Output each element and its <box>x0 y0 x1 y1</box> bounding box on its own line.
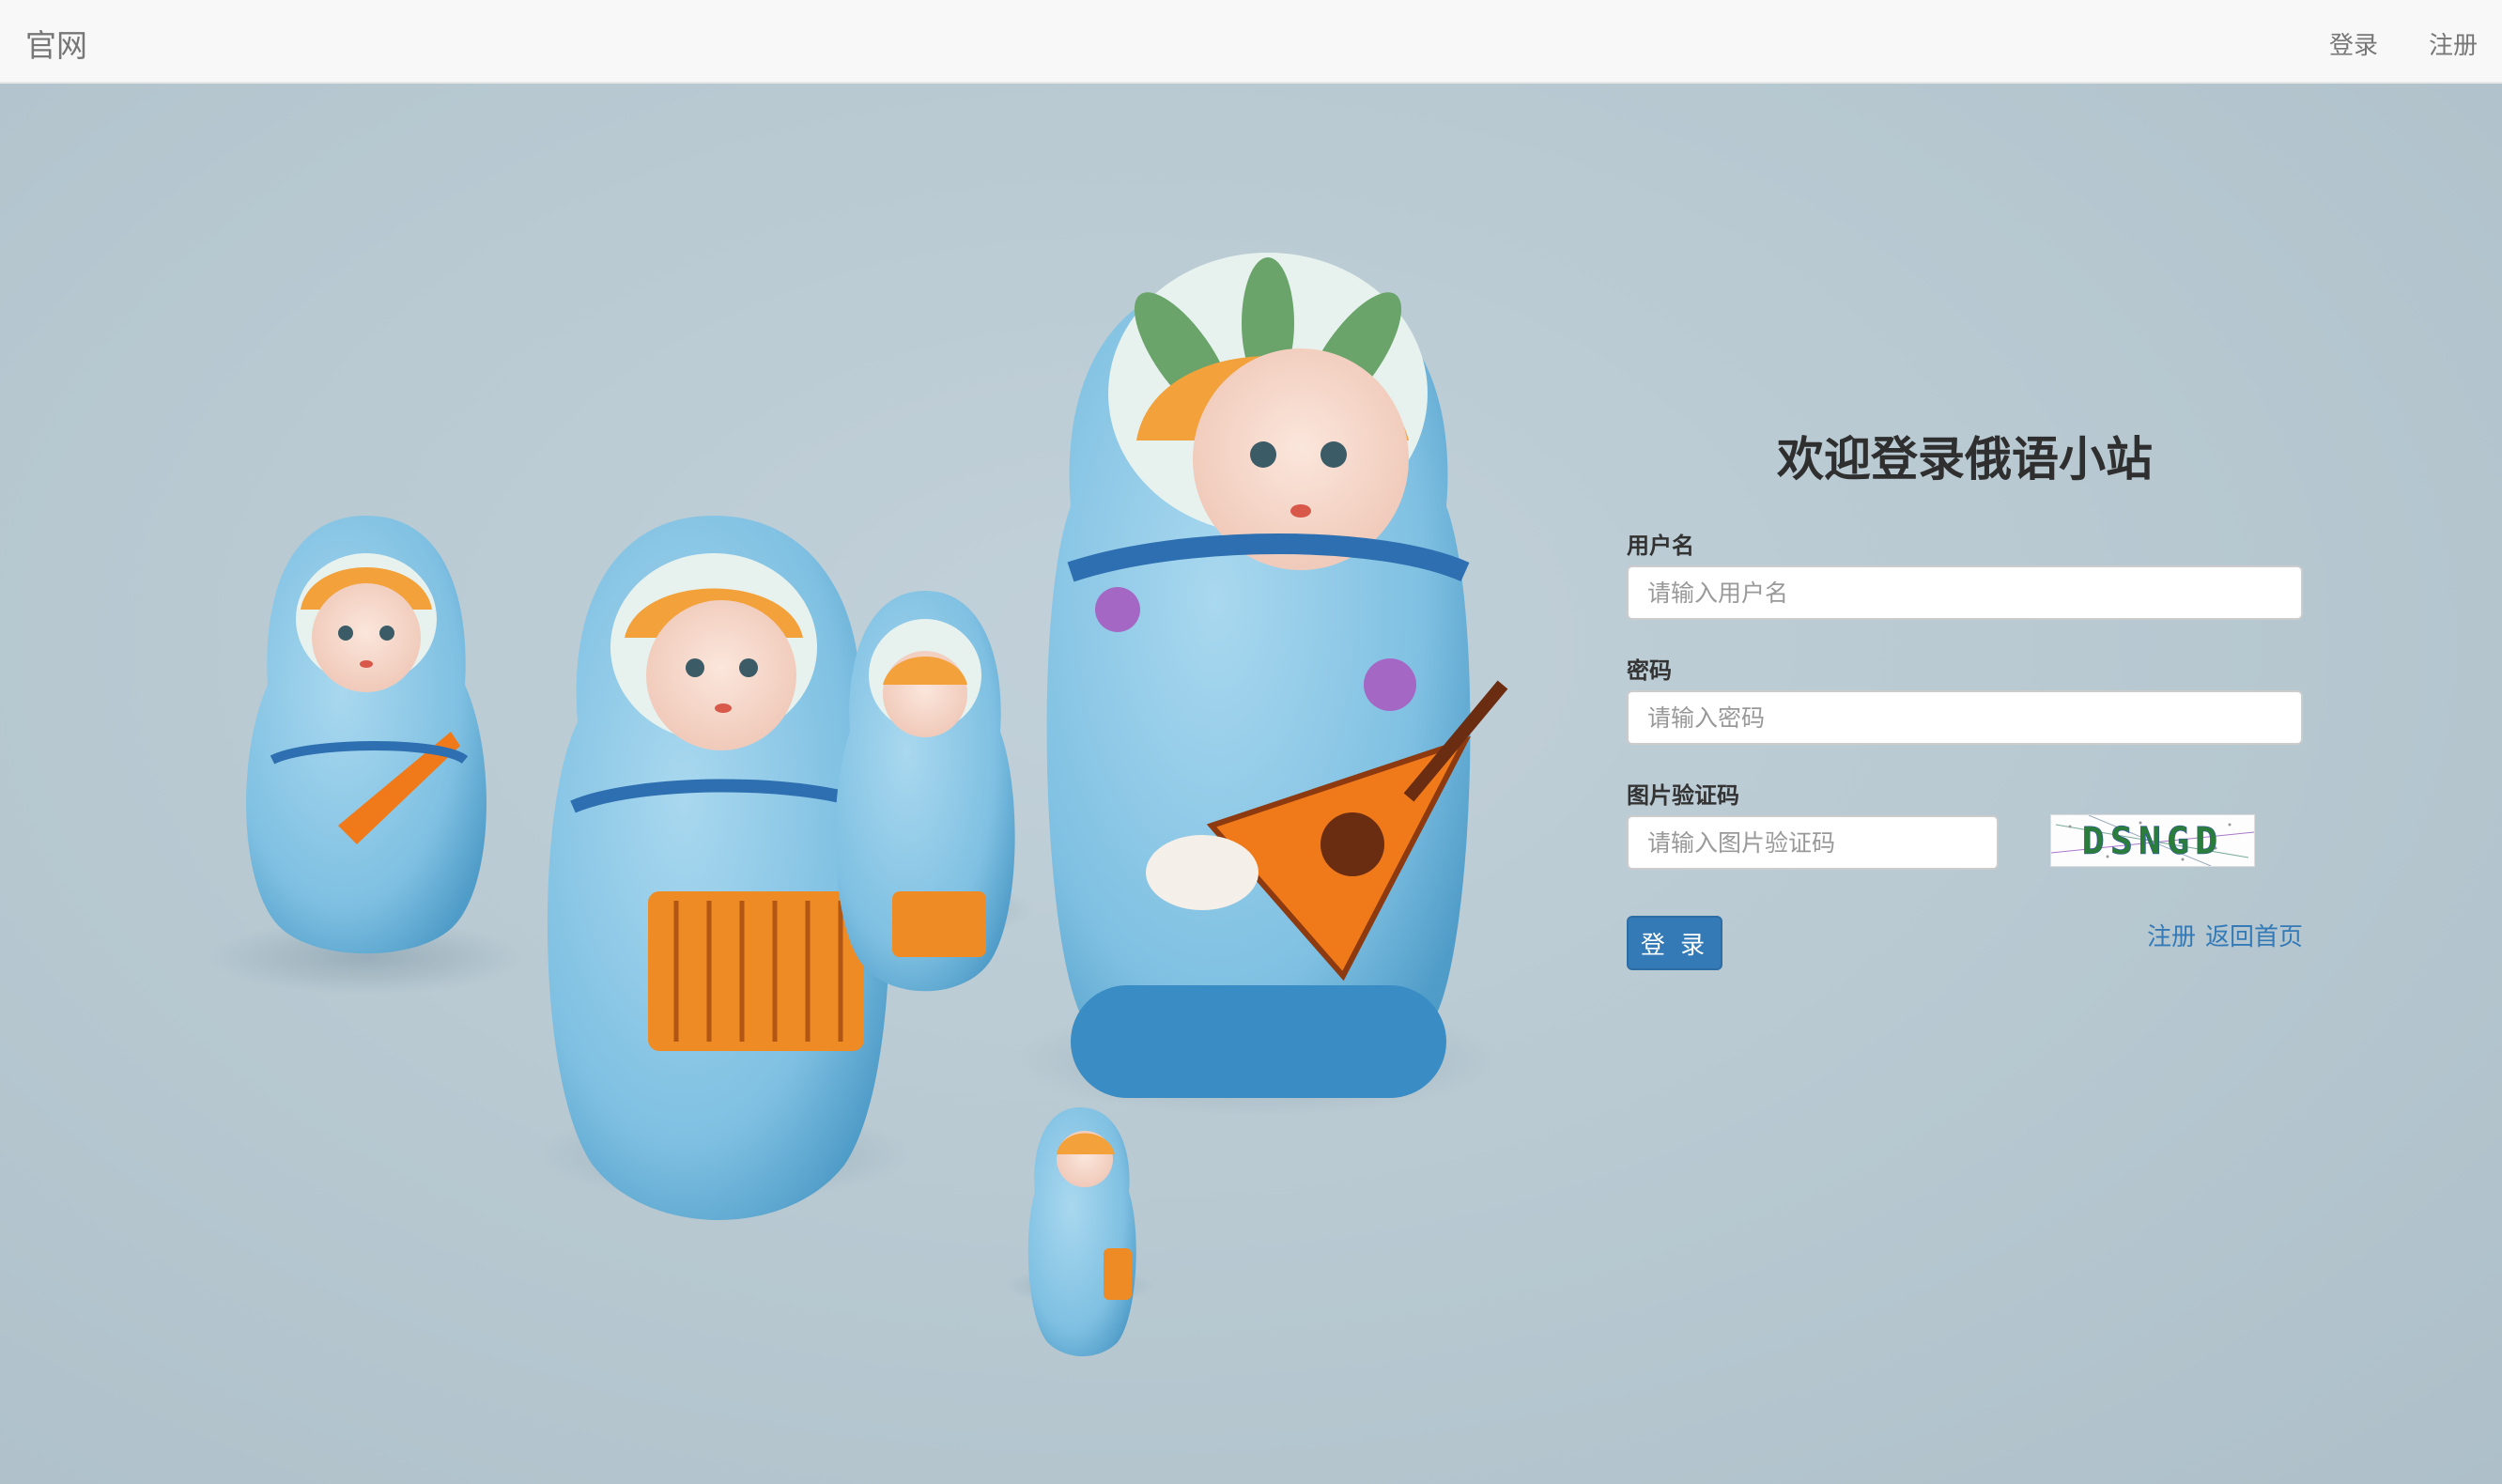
login-button[interactable]: 登 录 <box>1627 916 1722 970</box>
brand-link[interactable]: 官网 <box>25 21 87 66</box>
captcha-graphic: DSNGD <box>2051 815 2254 866</box>
form-links: 注册 返回首页 <box>2147 918 2303 952</box>
nav-register-link[interactable]: 注册 <box>2429 26 2478 61</box>
doll-tiny-front <box>1027 1107 1136 1356</box>
captcha-label: 图片验证码 <box>1627 782 1739 809</box>
top-navbar: 官网 登录 注册 <box>0 0 2502 84</box>
captcha-input[interactable] <box>1627 815 1999 870</box>
doll-large-balalaika <box>1046 253 1508 1098</box>
hero-background: 欢迎登录俄语小站 用户名 密码 图片验证码 DSNGD 登 <box>0 84 2502 1484</box>
nav-login-link[interactable]: 登录 <box>2329 26 2378 61</box>
username-input[interactable] <box>1627 565 2303 620</box>
captcha-image[interactable]: DSNGD <box>2050 814 2255 867</box>
matryoshka-dolls-photo <box>207 253 1508 1356</box>
back-home-link[interactable]: 返回首页 <box>2205 923 2303 951</box>
doll-small-back <box>835 591 1015 992</box>
password-label: 密码 <box>1627 657 1672 684</box>
register-link[interactable]: 注册 <box>2147 923 2196 951</box>
username-label: 用户名 <box>1627 533 1694 559</box>
captcha-text: DSNGD <box>2082 820 2223 863</box>
password-input[interactable] <box>1627 690 2303 745</box>
doll-small-left <box>246 516 486 954</box>
login-title: 欢迎登录俄语小站 <box>1777 432 2153 487</box>
